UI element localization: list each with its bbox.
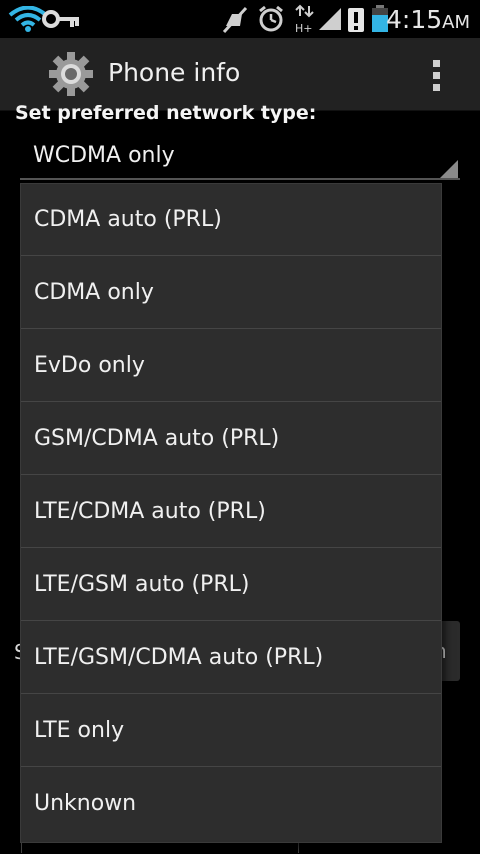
signal-icon — [319, 8, 341, 30]
dropdown-option-lte-gsm-cdma-auto-prl[interactable]: LTE/GSM/CDMA auto (PRL) — [21, 622, 441, 694]
dropdown-option-cdma-only[interactable]: CDMA only — [21, 257, 441, 329]
option-label: GSM/CDMA auto (PRL) — [34, 426, 280, 451]
spinner-selected-value: WCDMA only — [33, 143, 175, 168]
option-label: Unknown — [34, 791, 137, 816]
clock-ampm: AM — [442, 12, 470, 33]
clock-time: 4:15 — [386, 5, 443, 34]
alarm-icon — [259, 5, 283, 32]
option-label: CDMA auto (PRL) — [34, 207, 222, 232]
option-label: LTE/CDMA auto (PRL) — [34, 499, 266, 524]
dropdown-option-cdma-auto-prl[interactable]: CDMA auto (PRL) — [21, 184, 441, 256]
overflow-dot — [433, 72, 440, 79]
option-label: LTE/GSM auto (PRL) — [34, 572, 250, 597]
overflow-menu-button[interactable] — [425, 54, 449, 94]
dropdown-option-lte-cdma-auto-prl[interactable]: LTE/CDMA auto (PRL) — [21, 476, 441, 548]
status-bar: H+ 4:15AM — [0, 0, 480, 38]
page-title: Phone info — [108, 58, 241, 87]
network-type-dropdown: CDMA auto (PRL) CDMA only EvDo only GSM/… — [21, 184, 441, 842]
option-label: LTE/GSM/CDMA auto (PRL) — [34, 645, 324, 670]
dropdown-option-evdo-only[interactable]: EvDo only — [21, 330, 441, 402]
data-hplus-icon: H+ — [295, 4, 314, 34]
svg-text:H+: H+ — [295, 22, 313, 34]
option-label: EvDo only — [34, 353, 145, 378]
network-type-spinner[interactable]: WCDMA only — [20, 136, 460, 180]
dropdown-option-lte-gsm-auto-prl[interactable]: LTE/GSM auto (PRL) — [21, 549, 441, 621]
alert-icon — [348, 8, 364, 32]
option-label: CDMA only — [34, 280, 154, 305]
key-icon — [42, 10, 79, 28]
spinner-arrow-icon — [440, 160, 458, 178]
dropdown-option-gsm-cdma-auto-prl[interactable]: GSM/CDMA auto (PRL) — [21, 403, 441, 475]
gear-icon — [49, 52, 93, 96]
overflow-menu-icon — [433, 60, 440, 67]
dropdown-option-lte-only[interactable]: LTE only — [21, 695, 441, 767]
option-label: LTE only — [34, 718, 125, 743]
clock: 4:15AM — [386, 5, 470, 34]
dropdown-option-unknown[interactable]: Unknown — [21, 768, 441, 840]
overflow-dot — [433, 84, 440, 91]
mute-icon — [222, 6, 248, 34]
action-bar: Phone info — [0, 38, 480, 111]
preferred-network-label: Set preferred network type: — [15, 102, 317, 124]
